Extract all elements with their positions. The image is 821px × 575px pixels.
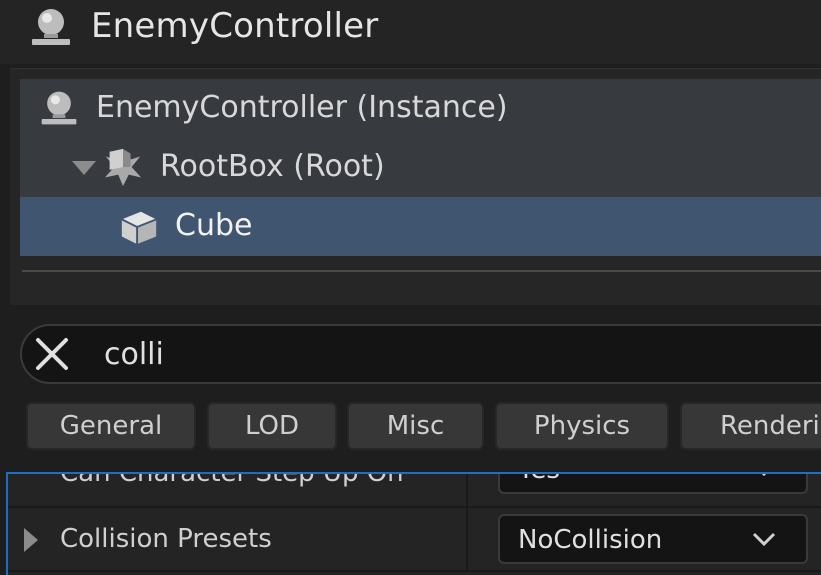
chevron-down-icon <box>752 532 776 547</box>
root-component-icon <box>104 148 142 187</box>
expand-arrow-icon[interactable] <box>24 528 38 552</box>
tree-item-instance[interactable]: EnemyController (Instance) <box>20 79 821 138</box>
property-name: Collision Presets <box>60 524 272 554</box>
component-tree: EnemyController (Instance) RootBox (Root… <box>10 68 821 305</box>
search-input[interactable] <box>102 330 706 378</box>
cube-icon <box>121 211 157 245</box>
page-title: EnemyController <box>91 6 379 46</box>
column-divider <box>466 474 468 506</box>
divider <box>22 270 821 272</box>
dropdown-value: NoCollision <box>518 525 663 555</box>
filter-physics-button[interactable]: Physics <box>495 402 669 450</box>
blueprint-actor-icon <box>32 9 70 45</box>
step-up-dropdown[interactable]: Yes <box>498 474 808 494</box>
tree-item-label: RootBox (Root) <box>160 149 385 184</box>
tree-item-rootbox[interactable]: RootBox (Root) <box>20 138 821 197</box>
blueprint-actor-icon <box>41 91 77 125</box>
tree-item-label: Cube <box>175 208 253 243</box>
details-header: EnemyController <box>0 0 821 64</box>
column-divider <box>466 508 468 570</box>
details-panel: Can Character Step Up On Yes Collision P… <box>6 472 821 575</box>
collision-presets-dropdown[interactable]: NoCollision <box>498 514 808 564</box>
chevron-down-icon <box>761 474 767 477</box>
search-box <box>20 324 821 384</box>
filter-general-button[interactable]: General <box>26 402 196 450</box>
dropdown-value: Yes <box>518 474 560 487</box>
property-row: Can Character Step Up On Yes <box>8 472 821 508</box>
property-name: Can Character Step Up On <box>60 472 404 488</box>
filter-misc-button[interactable]: Misc <box>347 402 484 450</box>
property-row: Collision Presets NoCollision <box>8 508 821 572</box>
tree-item-label: EnemyController (Instance) <box>96 90 508 125</box>
filter-lod-button[interactable]: LOD <box>207 402 337 450</box>
filter-rendering-button[interactable]: Rendering <box>680 402 821 450</box>
tree-item-cube[interactable]: Cube <box>20 197 821 256</box>
close-icon[interactable] <box>34 336 70 372</box>
expand-arrow-icon[interactable] <box>72 161 96 175</box>
